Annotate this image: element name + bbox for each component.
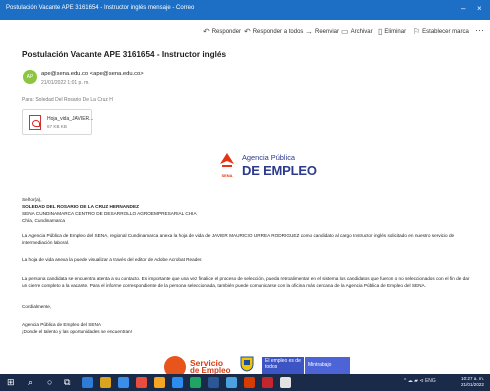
window-titlebar: Postulación Vacante APE 3161654 - Instru… (0, 0, 490, 20)
window-title: Postulación Vacante APE 3161654 - Instru… (6, 5, 195, 11)
signature-line-2: ¡Donde el talento y las oportunidades se… (22, 329, 132, 334)
attachment-name: Hoja_vida_JAVIER... (47, 116, 94, 122)
signature-line-1: Agencia Pública de Empleo del SENA (22, 322, 101, 327)
trash-icon: ▯ (378, 27, 383, 36)
photos-icon[interactable] (154, 377, 165, 388)
paragraph-1-line-1: La Agencia Pública de Empleo del SENA, r… (22, 233, 455, 238)
coat-of-arms-icon (240, 356, 254, 372)
more-options-button[interactable]: ··· (475, 25, 484, 35)
paragraph-2: La hoja de vida anexa la puede visualiza… (22, 257, 203, 262)
system-tray[interactable]: ^ ☁ ▰ ⊲ ENG (404, 378, 436, 384)
word-icon[interactable] (208, 377, 219, 388)
clock-date: 21/01/2022 (461, 382, 484, 387)
reply-icon: ↶ (203, 27, 210, 36)
mail-app-icon[interactable] (118, 377, 129, 388)
recipient-name: SOLEDAD DEL ROSARIO DE LA CRUZ HERNANDEZ (22, 204, 139, 209)
store-icon[interactable] (172, 377, 183, 388)
greeting: Señor(a), (22, 197, 42, 202)
excel-icon[interactable] (190, 377, 201, 388)
powerpoint-icon[interactable] (244, 377, 255, 388)
acrobat-icon[interactable] (262, 377, 273, 388)
pdf-icon (29, 115, 41, 130)
agencia-empleo-logo: SENA Agencia Pública DE EMPLEO (218, 152, 328, 182)
notepad-icon[interactable] (280, 377, 291, 388)
closing: Cordialmente, (22, 304, 52, 309)
footer-banner-empleo: El empleo es de todos (262, 357, 304, 374)
forward-button[interactable]: → Reenviar (305, 27, 339, 36)
paragraph-1-line-2: intermediación laboral. (22, 240, 70, 245)
delete-button[interactable]: ▯ Eliminar (378, 27, 406, 36)
edge-browser-icon[interactable] (82, 377, 93, 388)
message-subject: Postulación Vacante APE 3161654 - Instru… (22, 50, 227, 59)
footer-banner-mintrabajo: Mintrabajo (305, 357, 350, 374)
sender-address[interactable]: ape@sena.edu.co <ape@sena.edu.co> (41, 71, 144, 77)
settings-app-icon[interactable] (226, 377, 237, 388)
reply-button[interactable]: ↶ Responder (203, 27, 241, 36)
recipient-city: Chía, Cundinamarca (22, 218, 65, 223)
footer-banner: Servicio de Empleo El empleo es de todos… (160, 354, 350, 374)
logo-text-line2: DE EMPLEO (242, 163, 317, 178)
chrome-icon[interactable] (136, 377, 147, 388)
sent-date: 21/01/2022 1:01 p. m. (41, 80, 90, 86)
recipient-center: SENA CUNDINAMARCA CENTRO DE DESARROLLO A… (22, 211, 197, 216)
paragraph-3-line-2: un cierre completo a la vacante. Para el… (22, 283, 426, 288)
servicio-empleo-logo-icon (164, 356, 186, 374)
cortana-icon[interactable]: ○ (47, 376, 52, 388)
sena-logo-icon: SENA (218, 152, 236, 178)
file-explorer-icon[interactable] (100, 377, 111, 388)
windows-taskbar: ⊞ ⌕ ○ ⧉ ^ ☁ ▰ ⊲ ENG 10:27 a. m. 21/01/20… (0, 374, 490, 391)
archive-button[interactable]: ▭ Archivar (341, 27, 373, 36)
task-view-icon[interactable]: ⧉ (64, 376, 70, 388)
minimize-button[interactable]: – (461, 4, 465, 14)
reply-all-icon: ↶ (244, 27, 251, 36)
attachment-size: 67 KB KB (47, 124, 67, 129)
to-recipients: Para: Soledad Del Rosario De La Cruz H (22, 97, 113, 103)
message-toolbar: ↶ Responder ↶ Responder a todos → Reenvi… (0, 24, 490, 40)
archive-icon: ▭ (341, 27, 349, 36)
footer-brand-line2: de Empleo (190, 366, 231, 374)
forward-icon: → (305, 27, 313, 36)
avatar: AP (23, 70, 37, 84)
close-button[interactable]: × (477, 4, 482, 14)
attachment-card[interactable]: Hoja_vida_JAVIER... 67 KB KB (22, 109, 94, 135)
taskbar-clock[interactable]: 10:27 a. m. 21/01/2022 (461, 376, 484, 388)
search-icon[interactable]: ⌕ (28, 376, 33, 388)
windows-start-icon[interactable]: ⊞ (7, 376, 15, 388)
logo-text-line1: Agencia Pública (242, 153, 296, 162)
reply-all-button[interactable]: ↶ Responder a todos (244, 27, 303, 36)
flag-icon: ⚐ (413, 27, 421, 36)
paragraph-3-line-1: La persona candidata se encuentra atenta… (22, 276, 470, 281)
flag-button[interactable]: ⚐ Establecer marca (413, 27, 469, 36)
